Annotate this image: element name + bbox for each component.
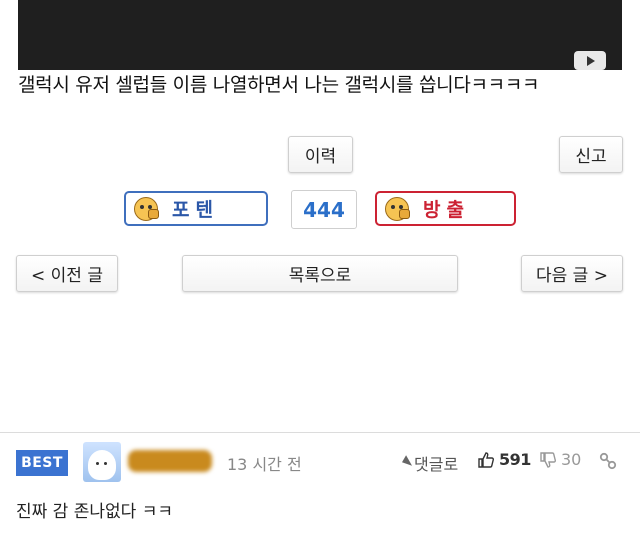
vote-up-label: 포텐 xyxy=(172,199,219,221)
vote-down-button[interactable]: 방출 xyxy=(375,191,516,226)
thumbs-down-icon xyxy=(540,451,556,468)
vote-down-label: 방출 xyxy=(423,199,470,221)
post-title: 갤럭시 유저 셀럽들 이름 나열하면서 나는 갤럭시를 씁니다ㅋㅋㅋㅋ xyxy=(18,74,540,96)
play-icon[interactable] xyxy=(574,51,606,70)
next-post-button[interactable]: 다음 글 > xyxy=(521,255,623,292)
reply-arrow-icon xyxy=(393,455,413,473)
reply-label: 댓글로 xyxy=(414,455,459,474)
avatar[interactable] xyxy=(83,442,121,482)
thumbs-up-face-icon xyxy=(134,196,159,221)
report-button[interactable]: 신고 xyxy=(559,136,623,173)
comment-text: 진짜 감 존나없다 ㅋㅋ xyxy=(16,502,173,522)
comment-time: 13 시간 전 xyxy=(227,455,302,474)
vote-up-button[interactable]: 포텐 xyxy=(124,191,268,226)
reply-button[interactable]: 댓글로 xyxy=(393,451,459,475)
history-button[interactable]: 이력 xyxy=(288,136,353,173)
video-player[interactable] xyxy=(18,0,622,70)
dislike-count: 30 xyxy=(561,450,582,469)
like-button[interactable]: 591 xyxy=(478,450,531,469)
vote-count: 444 xyxy=(291,190,357,229)
back-to-list-button[interactable]: 목록으로 xyxy=(182,255,458,292)
nickname-redacted[interactable] xyxy=(128,450,212,472)
like-count: 591 xyxy=(499,450,531,469)
thumbs-down-face-icon xyxy=(385,196,410,221)
best-badge: BEST xyxy=(16,450,68,476)
dislike-button[interactable]: 30 xyxy=(540,450,581,469)
prev-post-button[interactable]: < 이전 글 xyxy=(16,255,118,292)
link-icon[interactable] xyxy=(599,452,617,470)
thumbs-up-icon xyxy=(478,451,494,468)
